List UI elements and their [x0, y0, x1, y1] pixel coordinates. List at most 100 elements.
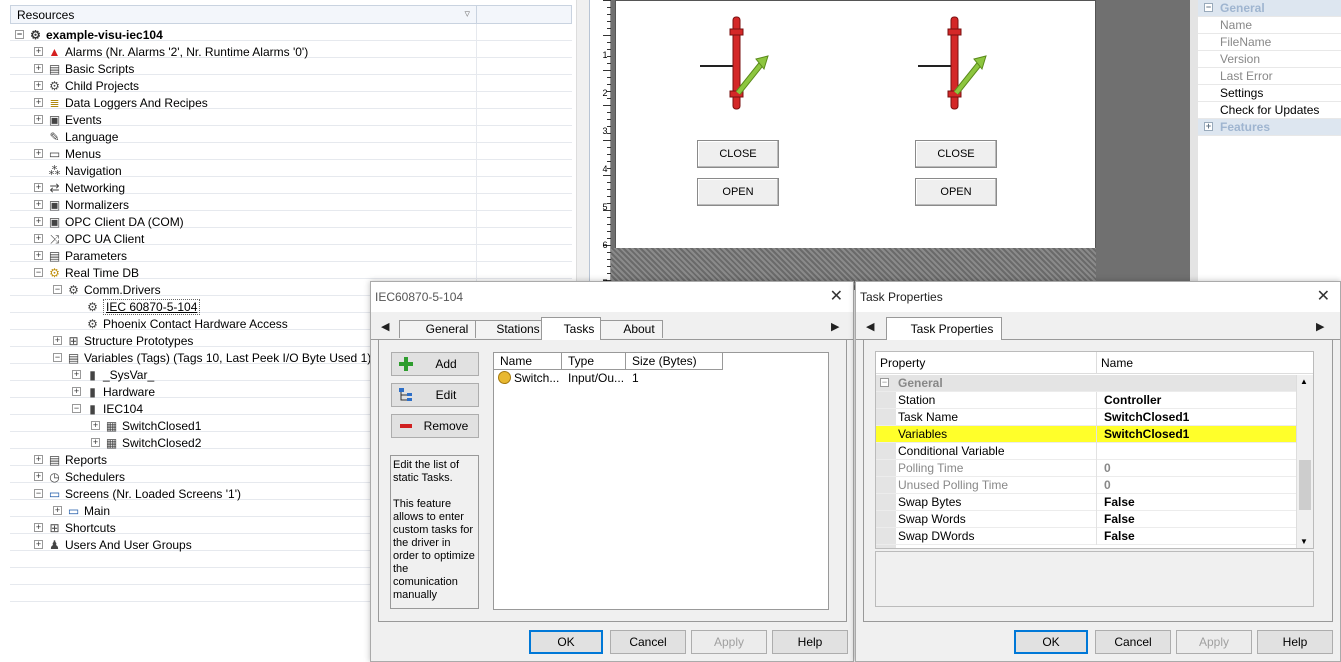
expand-icon[interactable]: + — [34, 217, 43, 227]
close-valve-1-button[interactable]: CLOSE — [697, 140, 779, 168]
tree-node[interactable]: + ⊞ Structure Prototypes — [53, 333, 193, 350]
scroll-up-icon[interactable]: ▲ — [1300, 377, 1308, 386]
close-valve-2-button[interactable]: CLOSE — [915, 140, 997, 168]
collapse-icon[interactable]: − — [53, 353, 62, 363]
collapse-icon[interactable]: − — [34, 489, 43, 499]
tree-node[interactable]: ⚙ Phoenix Contact Hardware Access — [72, 316, 288, 333]
expand-icon[interactable]: + — [72, 387, 81, 397]
remove-task-button[interactable]: Remove — [391, 414, 479, 438]
edit-task-button[interactable]: Edit — [391, 383, 479, 407]
collapse-icon[interactable]: − — [15, 30, 24, 40]
tree-node[interactable]: − ⚙ example-visu-iec104 — [15, 27, 163, 44]
tree-node[interactable]: + ◷ Schedulers — [34, 469, 125, 486]
tree-node[interactable]: − ▮ IEC104 — [72, 401, 143, 418]
expand-icon[interactable]: + — [53, 336, 62, 346]
group-general[interactable]: − General — [876, 375, 1296, 392]
collapse-icon[interactable]: − — [880, 378, 889, 387]
tree-node[interactable]: + ▲ Alarms (Nr. Alarms '2', Nr. Runtime Al… — [34, 44, 308, 61]
expand-icon[interactable]: + — [34, 81, 43, 91]
apply-button[interactable]: Apply — [691, 630, 767, 654]
property-row[interactable]: Conditional Variable — [876, 443, 1296, 460]
tab-scroll-right-icon[interactable]: ▶ — [1316, 320, 1324, 333]
tree-node[interactable]: + ▤ Reports — [34, 452, 107, 469]
property-row[interactable]: Swap DWords False — [876, 528, 1296, 545]
tree-node[interactable]: − ▤ Variables (Tags) (Tags 10, Last Peek I… — [53, 350, 371, 367]
tree-node[interactable]: + ▣ Normalizers — [34, 197, 129, 214]
property-grid-scrollbar[interactable]: ▲ ▼ — [1296, 375, 1313, 548]
col-type-header[interactable]: Type — [562, 353, 626, 370]
tree-node[interactable]: − ⚙ Real Time DB — [34, 265, 139, 282]
tab-general[interactable]: General — [399, 320, 479, 338]
tab-scroll-right-icon[interactable]: ▶ — [831, 320, 839, 333]
tree-node[interactable]: + ▭ Main — [53, 503, 110, 520]
property-value[interactable]: Controller — [1100, 392, 1161, 409]
add-task-button[interactable]: Add — [391, 352, 479, 376]
tab-tasks[interactable]: Tasks — [541, 317, 601, 340]
tree-node[interactable]: + ≣ Data Loggers And Recipes — [34, 95, 208, 112]
col-size-header[interactable]: Size (Bytes) — [626, 353, 723, 370]
apply-button[interactable]: Apply — [1176, 630, 1252, 654]
resources-header[interactable]: Resources ▿ — [10, 5, 572, 24]
property-row[interactable]: Polling Time 0 — [876, 460, 1296, 477]
tree-node[interactable]: + ▦ SwitchClosed1 — [91, 418, 201, 435]
ok-button[interactable]: OK — [1014, 630, 1088, 654]
property-value[interactable]: SwitchClosed1 — [1100, 409, 1189, 426]
ok-button[interactable]: OK — [529, 630, 603, 654]
tree-node[interactable]: − ▭ Screens (Nr. Loaded Screens '1') — [34, 486, 241, 503]
tree-node[interactable]: + ▣ Events — [34, 112, 102, 129]
tree-node[interactable]: + ▤ Basic Scripts — [34, 61, 134, 78]
expand-icon[interactable]: + — [34, 455, 43, 465]
name-column-header[interactable]: Name — [1101, 352, 1133, 374]
expand-icon[interactable]: + — [53, 506, 62, 516]
expand-icon[interactable]: + — [1204, 122, 1213, 131]
prop-version[interactable]: Version — [1198, 51, 1341, 68]
property-row[interactable]: Unused Polling Time 0 — [876, 477, 1296, 494]
prop-filename[interactable]: FileName — [1198, 34, 1341, 51]
tree-node[interactable]: + ⤨ OPC UA Client — [34, 231, 144, 248]
expand-icon[interactable]: + — [34, 64, 43, 74]
expand-icon[interactable]: + — [34, 47, 43, 57]
property-value[interactable]: False — [1100, 511, 1135, 528]
tree-node[interactable]: + ▣ OPC Client DA (COM) — [34, 214, 184, 231]
open-valve-2-button[interactable]: OPEN — [915, 178, 997, 206]
property-row[interactable]: Variables SwitchClosed1 — [876, 426, 1296, 443]
property-row[interactable]: Swap Bytes False — [876, 494, 1296, 511]
tab-task-properties[interactable]: Task Properties — [886, 317, 1002, 340]
expand-icon[interactable]: + — [34, 251, 43, 261]
tab-stations[interactable]: Stations — [475, 320, 545, 338]
collapse-icon[interactable]: − — [1204, 3, 1213, 12]
tree-node[interactable]: + ⇄ Networking — [34, 180, 125, 197]
property-value[interactable]: False — [1100, 528, 1135, 545]
prop-name[interactable]: Name — [1198, 17, 1341, 34]
property-value[interactable]: False — [1100, 494, 1135, 511]
collapse-icon[interactable]: − — [72, 404, 81, 414]
expand-icon[interactable]: + — [34, 540, 43, 550]
tree-node[interactable]: + ♟ Users And User Groups — [34, 537, 192, 554]
property-value[interactable]: 0 — [1100, 460, 1111, 477]
expand-icon[interactable]: + — [34, 200, 43, 210]
help-button[interactable]: Help — [1257, 630, 1333, 654]
expand-icon[interactable]: + — [34, 149, 43, 159]
close-icon[interactable]: ✕ — [1317, 282, 1330, 312]
property-value[interactable]: 0 — [1100, 477, 1111, 494]
property-row[interactable]: Station Controller — [876, 392, 1296, 409]
tree-node[interactable]: + ⚙ Child Projects — [34, 78, 139, 95]
property-column-header[interactable]: Property — [880, 352, 925, 374]
tree-node[interactable]: ✎ Language — [34, 129, 118, 146]
group-features[interactable]: + Features — [1198, 119, 1341, 136]
expand-icon[interactable]: + — [34, 472, 43, 482]
scroll-down-icon[interactable]: ▼ — [1300, 537, 1308, 546]
expand-icon[interactable]: + — [34, 98, 43, 108]
expand-icon[interactable]: + — [34, 183, 43, 193]
open-valve-1-button[interactable]: OPEN — [697, 178, 779, 206]
prop-settings[interactable]: Settings — [1198, 85, 1341, 102]
group-general[interactable]: − General — [1198, 0, 1341, 17]
table-row[interactable]: Switch... Input/Ou... 1 — [494, 370, 824, 387]
expand-icon[interactable]: + — [34, 523, 43, 533]
expand-icon[interactable]: + — [34, 234, 43, 244]
tree-node[interactable]: + ▤ Parameters — [34, 248, 127, 265]
tab-scroll-left-icon[interactable]: ◀ — [381, 320, 389, 333]
tree-node[interactable]: + ⊞ Shortcuts — [34, 520, 116, 537]
tree-node[interactable]: + ▮ Hardware — [72, 384, 155, 401]
tree-node[interactable]: + ▮ _SysVar_ — [72, 367, 154, 384]
